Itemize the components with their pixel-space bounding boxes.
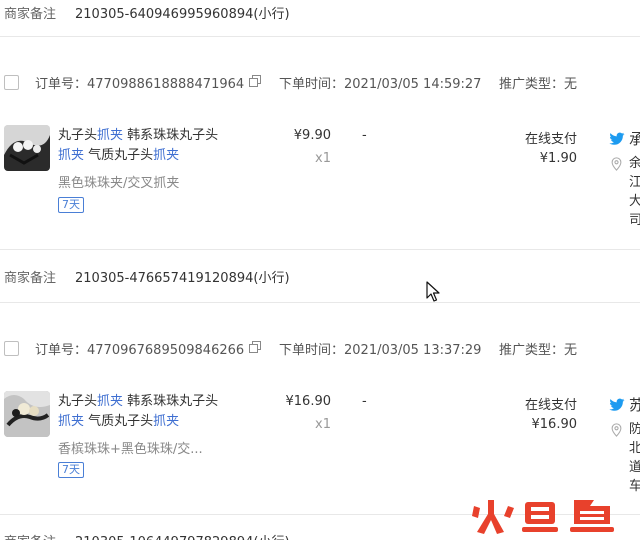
title-text: 韩系珠珠丸子头 xyxy=(123,128,219,143)
product-title[interactable]: 丸子头抓夹 韩系珠珠丸子头抓夹 气质丸子头抓夹 xyxy=(58,392,228,432)
title-text: 丸子头 xyxy=(58,128,98,143)
product-thumbnail[interactable] xyxy=(4,125,50,171)
title-keyword: 抓夹 xyxy=(97,128,124,143)
quantity: x1 xyxy=(315,417,331,432)
order-number: 订单号：4770988618888471964 xyxy=(35,77,245,92)
discount-placeholder: - xyxy=(362,394,367,409)
title-text: 气质丸子头 xyxy=(84,148,154,163)
watermark-logo xyxy=(470,494,620,538)
divider xyxy=(0,302,640,303)
buyer-name: 苏 xyxy=(629,396,640,414)
payment-method: 在线支付 xyxy=(524,398,577,413)
merchant-note-label: 商家备注 xyxy=(4,7,57,22)
promo-type: 推广类型：无 xyxy=(499,77,578,92)
promo-type: 推广类型：无 xyxy=(499,343,578,358)
order-select-checkbox[interactable] xyxy=(4,341,19,356)
location-pin-icon xyxy=(611,157,622,171)
order-header: 订单号：4770988618888471964 下单时间：2021/03/05 … xyxy=(0,68,640,98)
logo-graphic xyxy=(472,500,614,534)
quantity: x1 xyxy=(315,151,331,166)
discount-placeholder: - xyxy=(362,128,367,143)
product-title[interactable]: 丸子头抓夹 韩系珠珠丸子头抓夹 气质丸子头抓夹 xyxy=(58,126,228,166)
merchant-note-value: 210305-106449797829894(小行) xyxy=(75,531,290,540)
buyer-name: 承 xyxy=(629,130,640,148)
merchant-note-value: 210305-476657419120894(小行) xyxy=(75,271,290,286)
unit-price: ¥16.90 xyxy=(285,394,332,409)
address-char: 道 xyxy=(629,460,640,475)
order-header: 订单号：4770967689509846266 下单时间：2021/03/05 … xyxy=(0,333,640,363)
product-spec: 黑色珠珠夹/交叉抓夹 xyxy=(58,176,180,191)
unit-price: ¥9.90 xyxy=(293,128,331,143)
address-char: 防 xyxy=(629,422,640,437)
merchant-note-label: 商家备注 xyxy=(4,271,57,286)
address-char: 车 xyxy=(629,479,640,494)
bird-icon xyxy=(609,132,625,145)
order-time: 下单时间：2021/03/05 13:37:29 xyxy=(279,343,482,358)
merchant-note-label: 商家备注 xyxy=(4,531,56,540)
paid-amount: ¥16.90 xyxy=(531,417,578,432)
address-char: 余 xyxy=(629,156,640,171)
address-char: 北 xyxy=(629,441,640,456)
title-text: 气质丸子头 xyxy=(84,414,154,429)
title-keyword: 抓夹 xyxy=(58,414,85,429)
divider xyxy=(0,36,640,37)
bird-icon xyxy=(609,398,625,411)
cursor-icon xyxy=(426,281,440,302)
title-keyword: 抓夹 xyxy=(153,414,180,429)
product-spec: 香槟珠珠+黑色珠珠/交... xyxy=(58,442,203,457)
copy-icon[interactable] xyxy=(249,75,261,87)
merchant-note-row: 商家备注 210305-640946995960894(小行) xyxy=(0,0,640,40)
title-keyword: 抓夹 xyxy=(58,148,85,163)
copy-icon[interactable] xyxy=(249,341,261,353)
order-number: 订单号：4770967689509846266 xyxy=(35,343,245,358)
return-policy-tag: 7天 xyxy=(58,462,84,478)
address-char: 江 xyxy=(629,175,640,190)
title-text: 韩系珠珠丸子头 xyxy=(123,394,219,409)
location-pin-icon xyxy=(611,423,622,437)
address-char: 司 xyxy=(629,213,640,228)
product-thumbnail[interactable] xyxy=(4,391,50,437)
paid-amount: ¥1.90 xyxy=(539,151,577,166)
order-select-checkbox[interactable] xyxy=(4,75,19,90)
merchant-note-value: 210305-640946995960894(小行) xyxy=(75,7,290,22)
payment-method: 在线支付 xyxy=(524,132,577,147)
address-char: 大 xyxy=(629,194,640,209)
title-keyword: 抓夹 xyxy=(153,148,180,163)
title-text: 丸子头 xyxy=(58,394,98,409)
title-keyword: 抓夹 xyxy=(97,394,124,409)
return-policy-tag: 7天 xyxy=(58,197,84,213)
order-time: 下单时间：2021/03/05 14:59:27 xyxy=(279,77,482,92)
merchant-note-row: 商家备注 210305-476657419120894(小行) xyxy=(0,250,640,290)
